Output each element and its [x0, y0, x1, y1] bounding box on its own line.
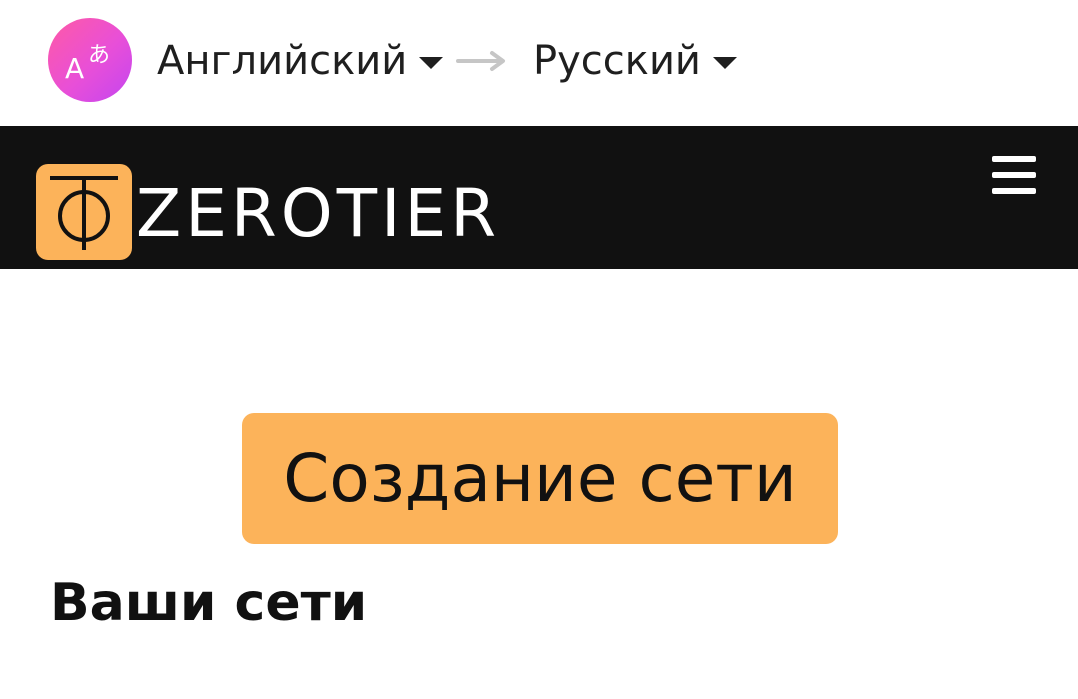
menu-bar [992, 156, 1036, 162]
section-title: Ваши сети [50, 573, 368, 633]
source-language-label: Английский [157, 38, 408, 84]
target-language-select[interactable]: Русский [533, 34, 737, 88]
target-language-label: Русский [533, 38, 701, 84]
chevron-down-icon [419, 57, 444, 69]
translate-bar: A あ Английский Русский [0, 0, 1078, 126]
source-language-select[interactable]: Английский [157, 34, 444, 88]
logo-text: ZEROTIER [136, 175, 501, 252]
site-header: ZEROTIER [0, 126, 1078, 269]
svg-text:A: A [65, 52, 84, 85]
create-network-button[interactable]: Создание сети [242, 413, 838, 544]
chevron-down-icon [712, 57, 737, 69]
menu-bar [992, 188, 1036, 194]
logo-link[interactable]: ZEROTIER [36, 162, 500, 262]
svg-text:あ: あ [88, 43, 110, 68]
hamburger-menu-icon[interactable] [992, 156, 1036, 196]
arrow-right-icon [456, 51, 505, 71]
translate-icon[interactable]: A あ [48, 18, 132, 102]
menu-bar [992, 172, 1036, 178]
zerotier-logo-icon [36, 164, 132, 260]
